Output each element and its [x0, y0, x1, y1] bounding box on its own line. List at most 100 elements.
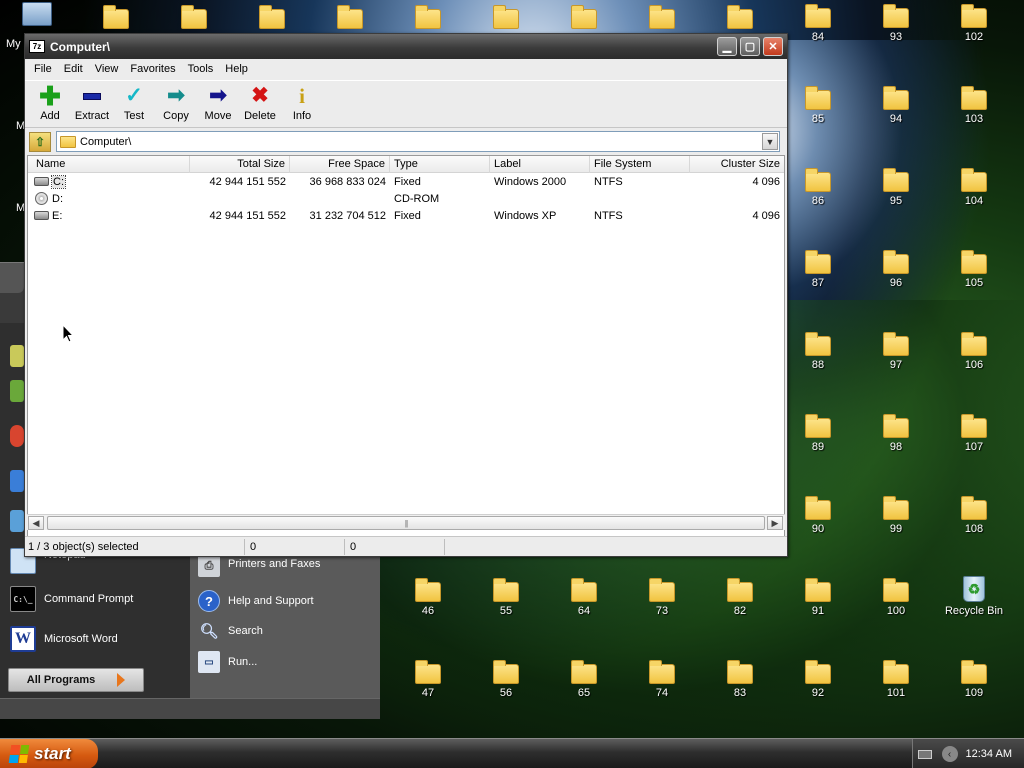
- desktop-folder[interactable]: 102: [939, 4, 1009, 43]
- info-button[interactable]: i Info: [281, 85, 323, 122]
- desktop-folder[interactable]: 95: [861, 168, 931, 207]
- desktop-folder[interactable]: 90: [783, 496, 853, 535]
- column-header-name[interactable]: Name: [28, 156, 190, 173]
- row-total-size: 42 944 151 552: [209, 210, 286, 222]
- desktop-folder[interactable]: 55: [471, 578, 541, 617]
- start-item-printers-faxes[interactable]: ⎙ Printers and Faxes: [198, 555, 320, 577]
- folder-icon[interactable]: [259, 5, 285, 29]
- folder-icon[interactable]: [337, 5, 363, 29]
- scroll-right-icon[interactable]: ▶: [767, 516, 783, 530]
- folder-icon[interactable]: [415, 5, 441, 29]
- table-row[interactable]: C: 42 944 151 552 36 968 833 024 Fixed W…: [28, 174, 784, 191]
- menu-edit[interactable]: Edit: [58, 61, 89, 77]
- delete-button[interactable]: ✖ Delete: [239, 85, 281, 123]
- desktop-folder[interactable]: 82: [705, 578, 775, 617]
- desktop-folder[interactable]: 94: [861, 86, 931, 125]
- desktop-folder[interactable]: 56: [471, 660, 541, 699]
- close-icon: ✕: [768, 41, 778, 53]
- desktop-folder[interactable]: 46: [393, 578, 463, 617]
- folder-icon[interactable]: [727, 5, 753, 29]
- horizontal-scrollbar[interactable]: ◀ ||| ▶: [27, 514, 785, 530]
- desktop-folder[interactable]: 73: [627, 578, 697, 617]
- column-header-cluster-size[interactable]: Cluster Size: [690, 156, 784, 173]
- my-computer-icon[interactable]: [22, 2, 52, 26]
- clock[interactable]: 12:34 AM: [966, 748, 1012, 760]
- desktop-folder[interactable]: 84: [783, 4, 853, 43]
- folder-icon[interactable]: [103, 5, 129, 29]
- desktop-folder[interactable]: 89: [783, 414, 853, 453]
- desktop-folder[interactable]: 100: [861, 578, 931, 617]
- desktop-folder[interactable]: 99: [861, 496, 931, 535]
- desktop-folder[interactable]: 105: [939, 250, 1009, 289]
- maximize-button[interactable]: ▢: [740, 37, 760, 56]
- menu-file[interactable]: File: [28, 61, 58, 77]
- pinned-app-icon[interactable]: [10, 345, 24, 367]
- add-button[interactable]: ✚ Add: [29, 83, 71, 122]
- desktop-folder[interactable]: 104: [939, 168, 1009, 207]
- address-combo[interactable]: Computer\ ▼: [56, 131, 780, 152]
- menu-favorites[interactable]: Favorites: [124, 61, 181, 77]
- desktop-folder[interactable]: 109: [939, 660, 1009, 699]
- table-row[interactable]: D: CD-ROM: [28, 191, 784, 208]
- keyboard-icon[interactable]: [917, 749, 932, 759]
- desktop-folder[interactable]: 87: [783, 250, 853, 289]
- scroll-thumb[interactable]: |||: [47, 516, 765, 530]
- folder-icon[interactable]: [649, 5, 675, 29]
- folder-icon[interactable]: [571, 5, 597, 29]
- column-header-type[interactable]: Type: [390, 156, 490, 173]
- desktop-folder[interactable]: 98: [861, 414, 931, 453]
- copy-button[interactable]: ➡ Copy: [155, 85, 197, 123]
- menu-view[interactable]: View: [89, 61, 125, 77]
- move-button[interactable]: ➡ Move: [197, 85, 239, 123]
- desktop-folder[interactable]: 108: [939, 496, 1009, 535]
- desktop-folder[interactable]: 97: [861, 332, 931, 371]
- column-header-file-system[interactable]: File System: [590, 156, 690, 173]
- folder-icon[interactable]: [181, 5, 207, 29]
- menu-tools[interactable]: Tools: [182, 61, 220, 77]
- scroll-left-icon[interactable]: ◀: [28, 516, 44, 530]
- column-header-total-size[interactable]: Total Size: [190, 156, 290, 173]
- desktop-folder[interactable]: 107: [939, 414, 1009, 453]
- recycle-bin[interactable]: ♻ Recycle Bin: [939, 576, 1009, 617]
- start-button[interactable]: start: [0, 739, 98, 768]
- start-item-microsoft-word[interactable]: W Microsoft Word: [10, 626, 118, 652]
- pinned-app-icon[interactable]: [10, 470, 24, 492]
- desktop-folder[interactable]: 83: [705, 660, 775, 699]
- desktop-folder[interactable]: 86: [783, 168, 853, 207]
- desktop-folder[interactable]: 47: [393, 660, 463, 699]
- close-button[interactable]: ✕: [763, 37, 783, 56]
- test-button[interactable]: ✓ Test: [113, 85, 155, 123]
- desktop-folder[interactable]: 64: [549, 578, 619, 617]
- column-header-label[interactable]: Label: [490, 156, 590, 173]
- start-item-command-prompt[interactable]: C:\_ Command Prompt: [10, 586, 133, 612]
- chevron-left-icon[interactable]: ‹: [941, 746, 958, 762]
- desktop-folder[interactable]: 106: [939, 332, 1009, 371]
- extract-button[interactable]: Extract: [71, 85, 113, 122]
- up-folder-button[interactable]: ⇧: [29, 131, 51, 152]
- menu-help[interactable]: Help: [219, 61, 254, 77]
- column-header-free-space[interactable]: Free Space: [290, 156, 390, 173]
- desktop-folder[interactable]: 85: [783, 86, 853, 125]
- folder-icon[interactable]: [493, 5, 519, 29]
- start-item-search[interactable]: 🔍︎ Search: [198, 620, 262, 642]
- start-item-help-support[interactable]: ? Help and Support: [198, 590, 314, 612]
- minimize-button[interactable]: ▁: [717, 37, 737, 56]
- pinned-app-icon[interactable]: [10, 380, 24, 402]
- file-list[interactable]: Name Total Size Free Space Type Label Fi…: [27, 155, 785, 538]
- desktop-folder[interactable]: 65: [549, 660, 619, 699]
- desktop-folder[interactable]: 88: [783, 332, 853, 371]
- desktop-folder[interactable]: 91: [783, 578, 853, 617]
- pinned-app-icon[interactable]: [10, 510, 24, 532]
- title-bar[interactable]: 7z Computer\ ▁ ▢ ✕: [25, 34, 787, 59]
- desktop-folder[interactable]: 93: [861, 4, 931, 43]
- chevron-down-icon[interactable]: ▼: [762, 133, 778, 150]
- all-programs-button[interactable]: All Programs: [8, 668, 144, 692]
- desktop-folder[interactable]: 92: [783, 660, 853, 699]
- desktop-folder[interactable]: 101: [861, 660, 931, 699]
- browser-icon[interactable]: [10, 425, 24, 447]
- start-item-run[interactable]: ▭ Run...: [198, 651, 257, 673]
- desktop-folder[interactable]: 103: [939, 86, 1009, 125]
- desktop-folder[interactable]: 96: [861, 250, 931, 289]
- table-row[interactable]: E: 42 944 151 552 31 232 704 512 Fixed W…: [28, 208, 784, 225]
- desktop-folder[interactable]: 74: [627, 660, 697, 699]
